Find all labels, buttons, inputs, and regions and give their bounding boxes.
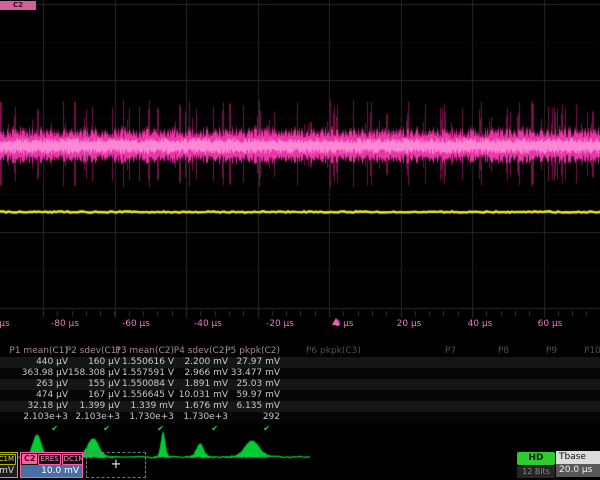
time-tick-label: 60 µs: [525, 319, 575, 329]
measure-sdev: 6.135 mV: [216, 401, 280, 412]
time-tick-label: 0 µs: [319, 319, 369, 329]
c1-volts-per-div: 0 mV: [0, 465, 17, 477]
time-tick-label: -100 µs: [0, 319, 18, 329]
time-tick-label: 20 µs: [384, 319, 434, 329]
timebase-value: 20.0 µs: [556, 464, 600, 477]
measure-header-p9[interactable]: P9: [546, 346, 557, 357]
channel-c1-descriptor[interactable]: DC1M 0 mV: [0, 452, 18, 478]
measure-header-p6[interactable]: P6 pkpk(C3): [306, 346, 361, 357]
c1-coupling-tag: DC1M: [0, 454, 16, 465]
timebase-descriptor[interactable]: Tbase 20.0 µs: [556, 451, 600, 478]
time-tick-label: -40 µs: [183, 319, 233, 329]
measure-column-p5: P5 pkpk(C2) 27.97 mV 33.477 mV 25.03 mV …: [216, 346, 280, 434]
time-tick-label: -20 µs: [255, 319, 305, 329]
time-tick-label: -80 µs: [40, 319, 90, 329]
c2-channel-badge: C2: [22, 454, 37, 464]
hd-bits-label: 12 Bits: [517, 466, 555, 478]
plus-icon: +: [111, 457, 122, 472]
measure-num: 292: [216, 412, 280, 423]
oscilloscope-screen: C2 -100 µs -80 µs -60 µs -40 µs -20 µs 0…: [0, 0, 600, 480]
time-tick-label: 40 µs: [455, 319, 505, 329]
measure-header-p5[interactable]: P5 pkpk(C2): [216, 346, 280, 357]
c2-volts-per-div: 10.0 mV: [21, 465, 82, 477]
hd-mode-badge[interactable]: HD: [517, 452, 555, 465]
c2-coupling-tag: DC1M: [62, 454, 82, 465]
measure-header-p8[interactable]: P8: [498, 346, 509, 357]
trace-annotation-badge: C2: [0, 1, 36, 10]
status-check-icon: ✔: [216, 423, 280, 434]
measure-header-p10[interactable]: P10: [584, 346, 600, 357]
measure-max: 59.97 mV: [216, 390, 280, 401]
measure-min: 25.03 mV: [216, 379, 280, 390]
measure-header-p7[interactable]: P7: [445, 346, 456, 357]
time-tick-label: -60 µs: [111, 319, 161, 329]
channel-c2-descriptor[interactable]: C2 ERES DC1M 10.0 mV: [20, 452, 83, 478]
add-trace-button[interactable]: +: [86, 452, 146, 478]
measure-value: 27.97 mV: [216, 357, 280, 368]
trigger-position-marker[interactable]: [332, 318, 340, 325]
timebase-label: Tbase: [556, 451, 600, 464]
c2-eres-tag: ERES: [38, 454, 60, 465]
measure-mean: 33.477 mV: [216, 368, 280, 379]
